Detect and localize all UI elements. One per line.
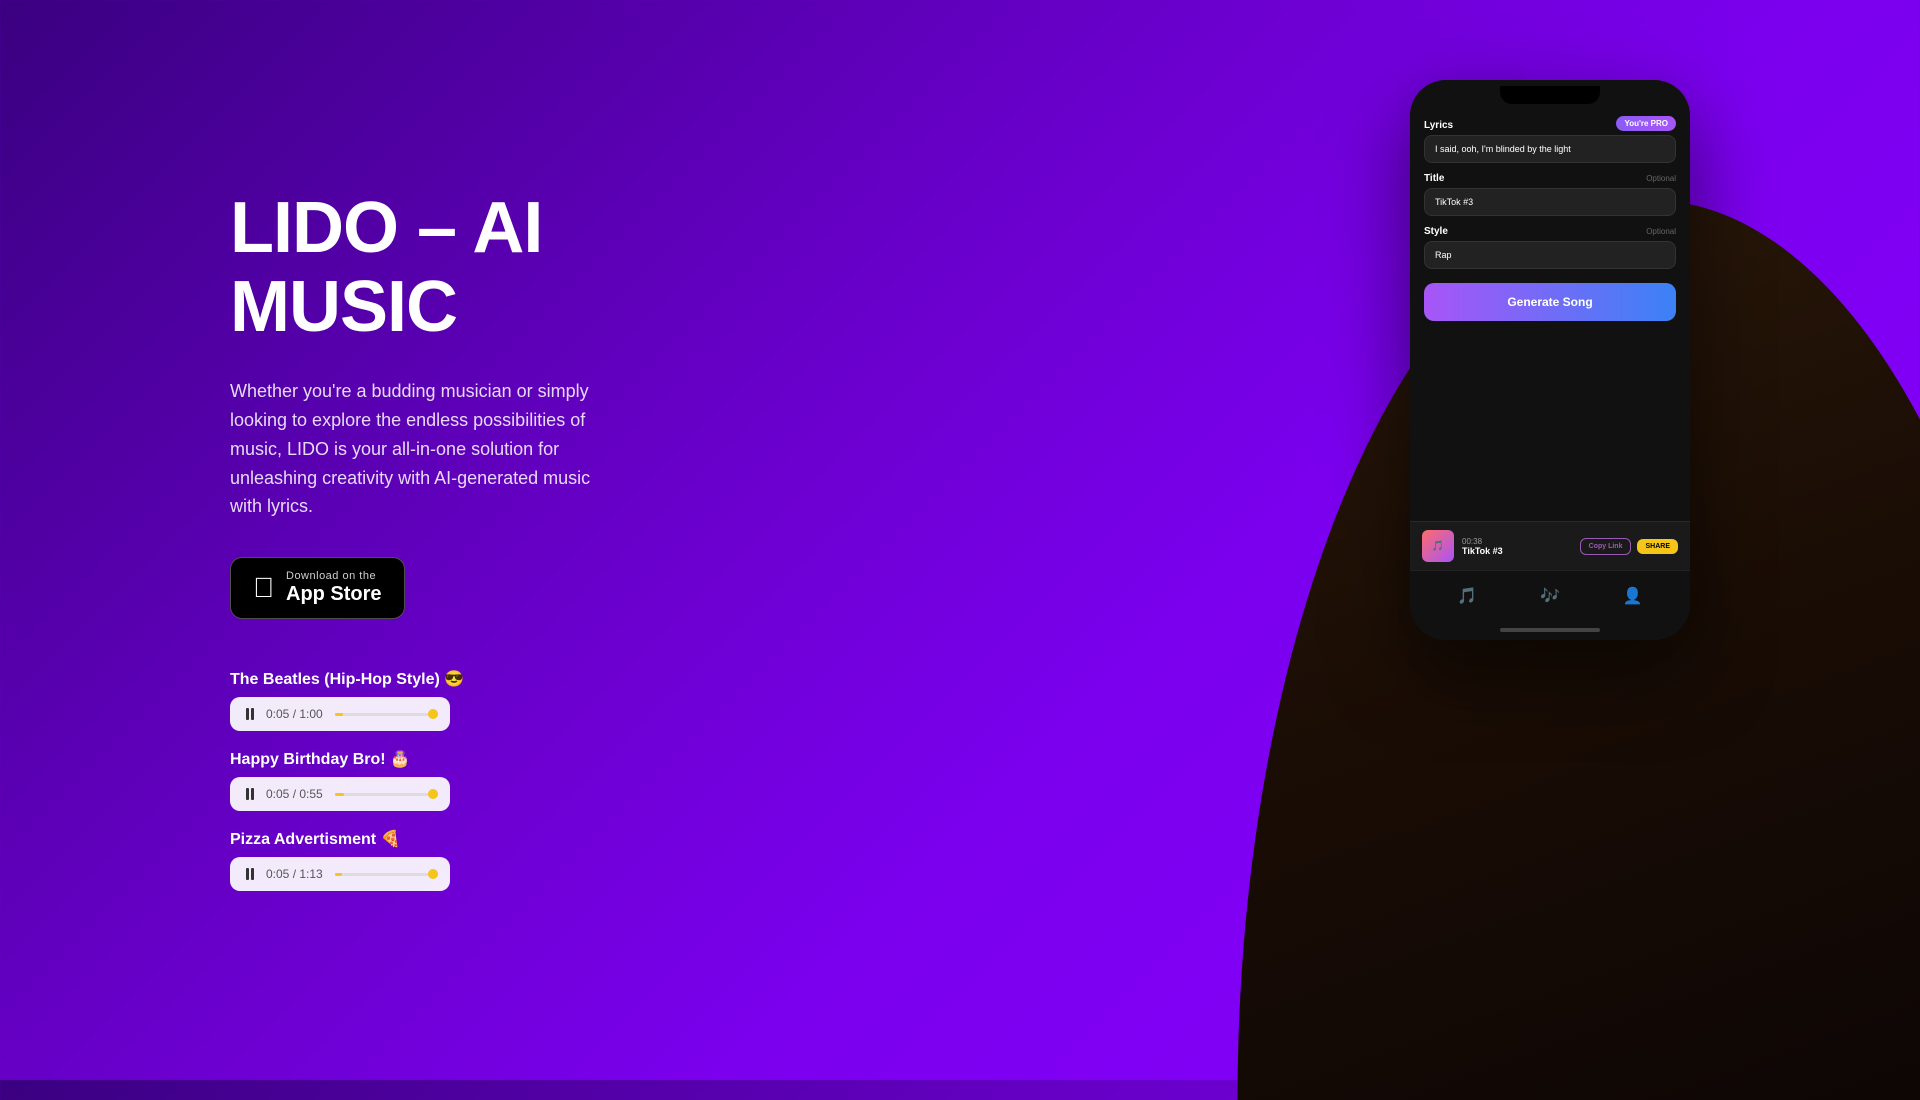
download-label: Download on the — [286, 570, 382, 582]
apple-icon:  — [253, 574, 274, 602]
progress-dot — [428, 869, 438, 879]
song-title: Pizza Advertisment 🍕 — [230, 829, 700, 849]
now-playing-title: TikTok #3 — [1462, 546, 1572, 556]
time-display: 0:05 / 0:55 — [266, 787, 323, 801]
screen-content: Lyrics I said, ooh, I'm blinded by the l… — [1410, 110, 1690, 521]
app-title: LIDO – AI MUSIC — [230, 189, 700, 347]
progress-fill — [335, 873, 342, 876]
progress-bar[interactable] — [335, 793, 434, 796]
bottom-navigation: 🎵 🎶 👤 — [1410, 570, 1690, 620]
app-store-text: Download on the App Store — [286, 570, 382, 606]
play-pause-button[interactable] — [246, 868, 254, 880]
progress-fill — [335, 713, 343, 716]
title-input[interactable]: TikTok #3 — [1424, 188, 1676, 216]
store-name: App Store — [286, 582, 382, 606]
style-field-group: Style Optional Rap — [1424, 226, 1676, 269]
home-bar — [1500, 628, 1600, 632]
song-item: Pizza Advertisment 🍕 0:05 / 1:13 — [230, 829, 700, 891]
generate-song-button[interactable]: Generate Song — [1424, 283, 1676, 321]
copy-link-button[interactable]: Copy Link — [1580, 538, 1632, 555]
now-playing-time: 00:38 — [1462, 537, 1572, 546]
title-field-group: Title Optional TikTok #3 — [1424, 173, 1676, 216]
pro-badge: You're PRO — [1616, 116, 1676, 131]
time-display: 0:05 / 1:13 — [266, 867, 323, 881]
pause-icon — [246, 788, 254, 800]
phone-frame: You're PRO Lyrics I said, ooh, I'm blind… — [1410, 80, 1690, 640]
song-title: The Beatles (Hip-Hop Style) 😎 — [230, 669, 700, 689]
audio-player[interactable]: 0:05 / 0:55 — [230, 777, 450, 811]
audio-player[interactable]: 0:05 / 1:13 — [230, 857, 450, 891]
now-playing-actions: Copy Link SHARE — [1580, 538, 1678, 555]
pause-icon — [246, 708, 254, 720]
now-playing-info: 00:38 TikTok #3 — [1462, 537, 1572, 556]
title-label: Title Optional — [1424, 173, 1676, 184]
style-label: Style Optional — [1424, 226, 1676, 237]
progress-fill — [335, 793, 344, 796]
play-pause-button[interactable] — [246, 708, 254, 720]
phone-notch-area: You're PRO — [1410, 80, 1690, 110]
pause-icon — [246, 868, 254, 880]
play-pause-button[interactable] — [246, 788, 254, 800]
song-item: The Beatles (Hip-Hop Style) 😎 0:05 / 1:0… — [230, 669, 700, 731]
left-section: LIDO – AI MUSIC Whether you're a budding… — [0, 0, 700, 1080]
progress-dot — [428, 709, 438, 719]
song-title: Happy Birthday Bro! 🎂 — [230, 749, 700, 769]
lyrics-input[interactable]: I said, ooh, I'm blinded by the light — [1424, 135, 1676, 163]
spacer — [1424, 331, 1676, 511]
nav-profile-icon[interactable]: 👤 — [1623, 586, 1643, 606]
app-description: Whether you're a budding musician or sim… — [230, 377, 610, 521]
now-playing-bar: 🎵 00:38 TikTok #3 Copy Link SHARE — [1410, 521, 1690, 570]
style-input[interactable]: Rap — [1424, 241, 1676, 269]
app-store-button[interactable]:  Download on the App Store — [230, 557, 405, 619]
now-playing-thumbnail: 🎵 — [1422, 530, 1454, 562]
time-display: 0:05 / 1:00 — [266, 707, 323, 721]
progress-bar[interactable] — [335, 713, 434, 716]
home-indicator — [1410, 620, 1690, 640]
nav-notes-icon[interactable]: 🎶 — [1540, 586, 1560, 606]
nav-music-icon[interactable]: 🎵 — [1457, 586, 1477, 606]
progress-bar[interactable] — [335, 873, 434, 876]
phone-screen: Lyrics I said, ooh, I'm blinded by the l… — [1410, 110, 1690, 640]
right-section: You're PRO Lyrics I said, ooh, I'm blind… — [700, 0, 1920, 1080]
progress-dot — [428, 789, 438, 799]
share-button[interactable]: SHARE — [1637, 539, 1678, 554]
song-item: Happy Birthday Bro! 🎂 0:05 / 0:55 — [230, 749, 700, 811]
songs-list: The Beatles (Hip-Hop Style) 😎 0:05 / 1:0… — [230, 669, 700, 891]
audio-player[interactable]: 0:05 / 1:00 — [230, 697, 450, 731]
phone-notch — [1500, 86, 1600, 104]
